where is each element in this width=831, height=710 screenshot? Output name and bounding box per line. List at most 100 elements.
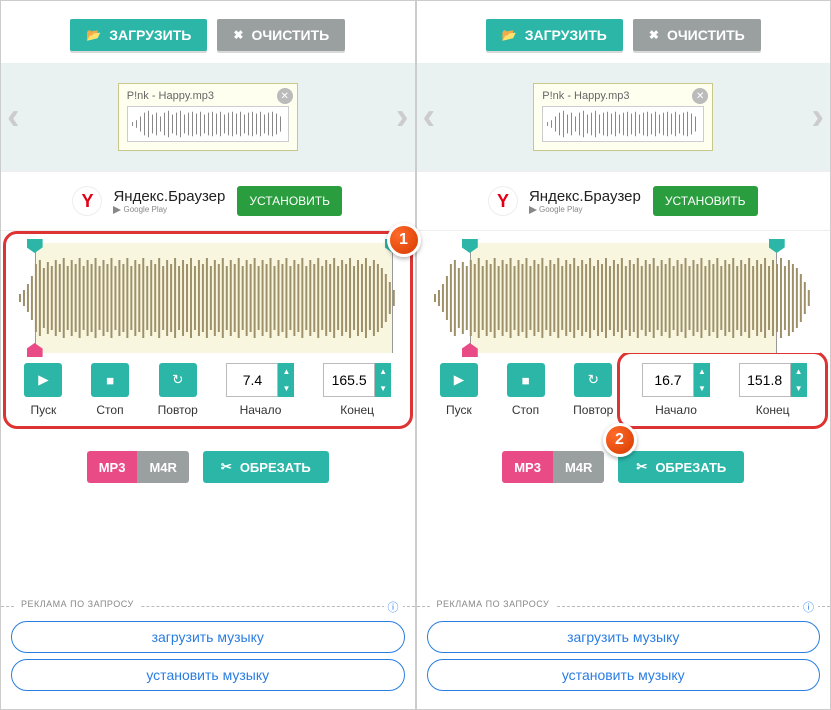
load-button[interactable]: 📂 ЗАГРУЗИТЬ — [486, 19, 623, 51]
play-button[interactable]: ▶ — [440, 363, 478, 397]
stop-button[interactable]: ■ — [507, 363, 545, 397]
editor: 2 ▶Пуск ■Стоп ↻Повтор ▲▼Начало ▲▼Конец — [417, 231, 831, 435]
start-down-button[interactable]: ▼ — [278, 380, 294, 397]
callout-badge-1: 1 — [387, 223, 421, 257]
ad-banner[interactable]: Y Яндекс.Браузер Google Play УСТАНОВИТЬ — [1, 171, 415, 231]
end-down-button[interactable]: ▼ — [791, 380, 807, 397]
start-time-input[interactable] — [642, 363, 694, 397]
ad-text: Яндекс.Браузер Google Play — [113, 188, 225, 214]
pane-left: 📂 ЗАГРУЗИТЬ ✖ ОЧИСТИТЬ ‹ P!nk - Happy.mp3 … — [0, 0, 416, 710]
clear-label: ОЧИСТИТЬ — [251, 27, 329, 43]
cut-label: ОБРЕЗАТЬ — [240, 460, 311, 475]
folder-icon: 📂 — [502, 28, 517, 42]
remove-file-button[interactable]: ✕ — [277, 88, 293, 104]
ad-info-icon[interactable]: ⓘ — [799, 599, 818, 615]
folder-icon: 📂 — [86, 28, 101, 42]
cut-button[interactable]: ✂ОБРЕЗАТЬ — [618, 451, 744, 483]
play-label: Пуск — [30, 403, 56, 417]
file-thumbnail-waveform — [127, 106, 289, 142]
start-label: Начало — [655, 403, 697, 417]
format-m4r-button[interactable]: M4R — [137, 451, 188, 483]
ad-link-2[interactable]: установить музыку — [11, 659, 405, 691]
ad-title: Яндекс.Браузер — [529, 188, 641, 205]
end-label: Конец — [756, 403, 790, 417]
file-name: P!nk - Happy.mp3 — [542, 90, 704, 102]
start-time-spinner[interactable]: ▲▼ — [226, 363, 294, 397]
pane-right: 📂 ЗАГРУЗИТЬ ✖ ОЧИСТИТЬ ‹ P!nk - Happy.mp3 … — [416, 0, 831, 710]
start-label: Начало — [240, 403, 282, 417]
callout-badge-2: 2 — [603, 423, 637, 457]
clear-button[interactable]: ✖ ОЧИСТИТЬ — [633, 19, 761, 51]
clear-label: ОЧИСТИТЬ — [667, 27, 745, 43]
main-waveform[interactable] — [427, 243, 821, 353]
repeat-button[interactable]: ↻ — [574, 363, 612, 397]
repeat-button[interactable]: ↻ — [159, 363, 197, 397]
repeat-label: Повтор — [573, 403, 613, 417]
start-time-spinner[interactable]: ▲▼ — [642, 363, 710, 397]
close-icon: ✖ — [649, 28, 659, 42]
start-time-input[interactable] — [226, 363, 278, 397]
start-up-button[interactable]: ▲ — [694, 363, 710, 380]
play-button[interactable]: ▶ — [24, 363, 62, 397]
google-play-badge: Google Play — [529, 205, 641, 214]
clear-button[interactable]: ✖ ОЧИСТИТЬ — [217, 19, 345, 51]
end-time-spinner[interactable]: ▲▼ — [323, 363, 391, 397]
file-card[interactable]: P!nk - Happy.mp3 ✕ — [533, 83, 713, 151]
ad-link-1[interactable]: загрузить музыку — [11, 621, 405, 653]
file-name: P!nk - Happy.mp3 — [127, 90, 289, 102]
main-waveform[interactable] — [11, 243, 405, 353]
file-strip: ‹ P!nk - Happy.mp3 ✕ › — [1, 63, 415, 171]
prev-file-button[interactable]: ‹ — [7, 96, 20, 139]
end-up-button[interactable]: ▲ — [375, 363, 391, 380]
scissors-icon: ✂ — [221, 459, 232, 475]
format-row: MP3 M4R ✂ ОБРЕЗАТЬ — [1, 435, 415, 499]
start-up-button[interactable]: ▲ — [278, 363, 294, 380]
ad-text: Яндекс.Браузер Google Play — [529, 188, 641, 214]
stop-button[interactable]: ■ — [91, 363, 129, 397]
ad-bottom: РЕКЛАМА ПО ЗАПРОСУ ⓘ загрузить музыку ус… — [417, 606, 831, 709]
google-play-badge: Google Play — [113, 205, 225, 214]
format-mp3-button[interactable]: MP3 — [87, 451, 138, 483]
end-label: Конец — [340, 403, 374, 417]
next-file-button[interactable]: › — [396, 96, 409, 139]
ad-link-1[interactable]: загрузить музыку — [427, 621, 821, 653]
ad-link-2[interactable]: установить музыку — [427, 659, 821, 691]
file-thumbnail-waveform — [542, 106, 704, 142]
end-down-button[interactable]: ▼ — [375, 380, 391, 397]
cut-button[interactable]: ✂ ОБРЕЗАТЬ — [203, 451, 329, 483]
controls-row: ▶Пуск ■Стоп ↻Повтор ▲▼Начало ▲▼Конец — [9, 363, 407, 427]
scissors-icon: ✂ — [636, 459, 647, 475]
format-mp3-button[interactable]: MP3 — [502, 451, 553, 483]
waveform-graphic — [19, 254, 397, 342]
end-time-input[interactable] — [323, 363, 375, 397]
ad-info-icon[interactable]: ⓘ — [384, 599, 403, 615]
format-m4r-button[interactable]: M4R — [553, 451, 604, 483]
editor: 1 ▶Пуск ■Стоп ↻Повтор ▲▼Начало ▲▼Конец — [1, 231, 415, 435]
install-button[interactable]: УСТАНОВИТЬ — [653, 186, 758, 216]
end-time-input[interactable] — [739, 363, 791, 397]
ad-title: Яндекс.Браузер — [113, 188, 225, 205]
load-label: ЗАГРУЗИТЬ — [109, 27, 191, 43]
ad-banner[interactable]: Y Яндекс.Браузер Google Play УСТАНОВИТЬ — [417, 171, 831, 231]
file-strip: ‹ P!nk - Happy.mp3 ✕ › — [417, 63, 831, 171]
yandex-logo-icon: Y — [73, 187, 101, 215]
prev-file-button[interactable]: ‹ — [423, 96, 436, 139]
install-button[interactable]: УСТАНОВИТЬ — [237, 186, 342, 216]
next-file-button[interactable]: › — [811, 96, 824, 139]
end-up-button[interactable]: ▲ — [791, 363, 807, 380]
start-down-button[interactable]: ▼ — [694, 380, 710, 397]
end-time-spinner[interactable]: ▲▼ — [739, 363, 807, 397]
stop-label: Стоп — [96, 403, 123, 417]
file-card[interactable]: P!nk - Happy.mp3 ✕ — [118, 83, 298, 151]
ad-label: РЕКЛАМА ПО ЗАПРОСУ — [431, 599, 556, 609]
remove-file-button[interactable]: ✕ — [692, 88, 708, 104]
close-icon: ✖ — [233, 28, 243, 42]
load-button[interactable]: 📂 ЗАГРУЗИТЬ — [70, 19, 207, 51]
yandex-logo-icon: Y — [489, 187, 517, 215]
format-toggle: MP3 M4R — [502, 451, 604, 483]
controls-row: ▶Пуск ■Стоп ↻Повтор ▲▼Начало ▲▼Конец — [425, 363, 823, 427]
stop-label: Стоп — [512, 403, 539, 417]
play-label: Пуск — [446, 403, 472, 417]
ad-label: РЕКЛАМА ПО ЗАПРОСУ — [15, 599, 140, 609]
load-label: ЗАГРУЗИТЬ — [525, 27, 607, 43]
